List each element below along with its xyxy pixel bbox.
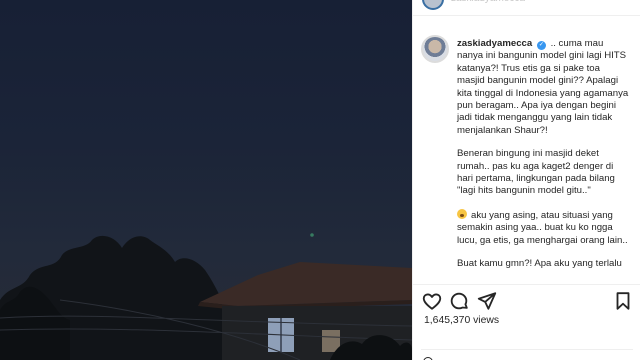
distant-light xyxy=(310,233,314,237)
comment-bubble-icon[interactable] xyxy=(448,290,470,312)
views-count[interactable]: 1,645,370 views xyxy=(424,315,499,326)
post-header: zaskiadyamecca xyxy=(413,0,640,16)
add-comment-row xyxy=(421,349,633,360)
paper-plane-icon[interactable] xyxy=(476,290,498,312)
header-username-cut[interactable]: zaskiadyamecca xyxy=(451,0,541,4)
caption-paragraph-4: Buat kamu gmn?! Apa aku yang terlalu xyxy=(457,258,622,270)
worried-face-emoji-icon xyxy=(457,208,467,219)
caption: zaskiadyamecca ✓ .. cuma mau nanya ini b… xyxy=(457,38,629,271)
dim-window xyxy=(322,330,340,352)
bookmark-icon[interactable] xyxy=(612,290,634,312)
house-roof xyxy=(200,262,412,306)
post-side-panel: zaskiadyamecca zaskiadyamecca ✓ .. cuma … xyxy=(412,0,640,360)
caption-paragraph-2: Beneran bingung ini masjid deket rumah..… xyxy=(457,148,615,197)
night-scene-image xyxy=(0,233,412,360)
header-avatar[interactable] xyxy=(422,0,444,10)
heart-icon[interactable] xyxy=(421,290,443,312)
username-link[interactable]: zaskiadyamecca xyxy=(457,38,532,49)
caption-paragraph-3: aku yang asing, atau situasi yang semaki… xyxy=(457,209,628,246)
verified-badge-icon: ✓ xyxy=(536,41,546,50)
action-bar: 1,645,370 views xyxy=(413,284,640,360)
caption-paragraph-1: .. cuma mau nanya ini bangunin model gin… xyxy=(457,38,629,136)
avatar[interactable] xyxy=(421,35,449,63)
post-photo[interactable] xyxy=(0,0,412,360)
caption-scroll-area[interactable]: zaskiadyamecca ✓ .. cuma mau nanya ini b… xyxy=(413,26,640,284)
caption-paragraph-3-wrap: aku yang asing, atau situasi yang semaki… xyxy=(457,208,629,247)
